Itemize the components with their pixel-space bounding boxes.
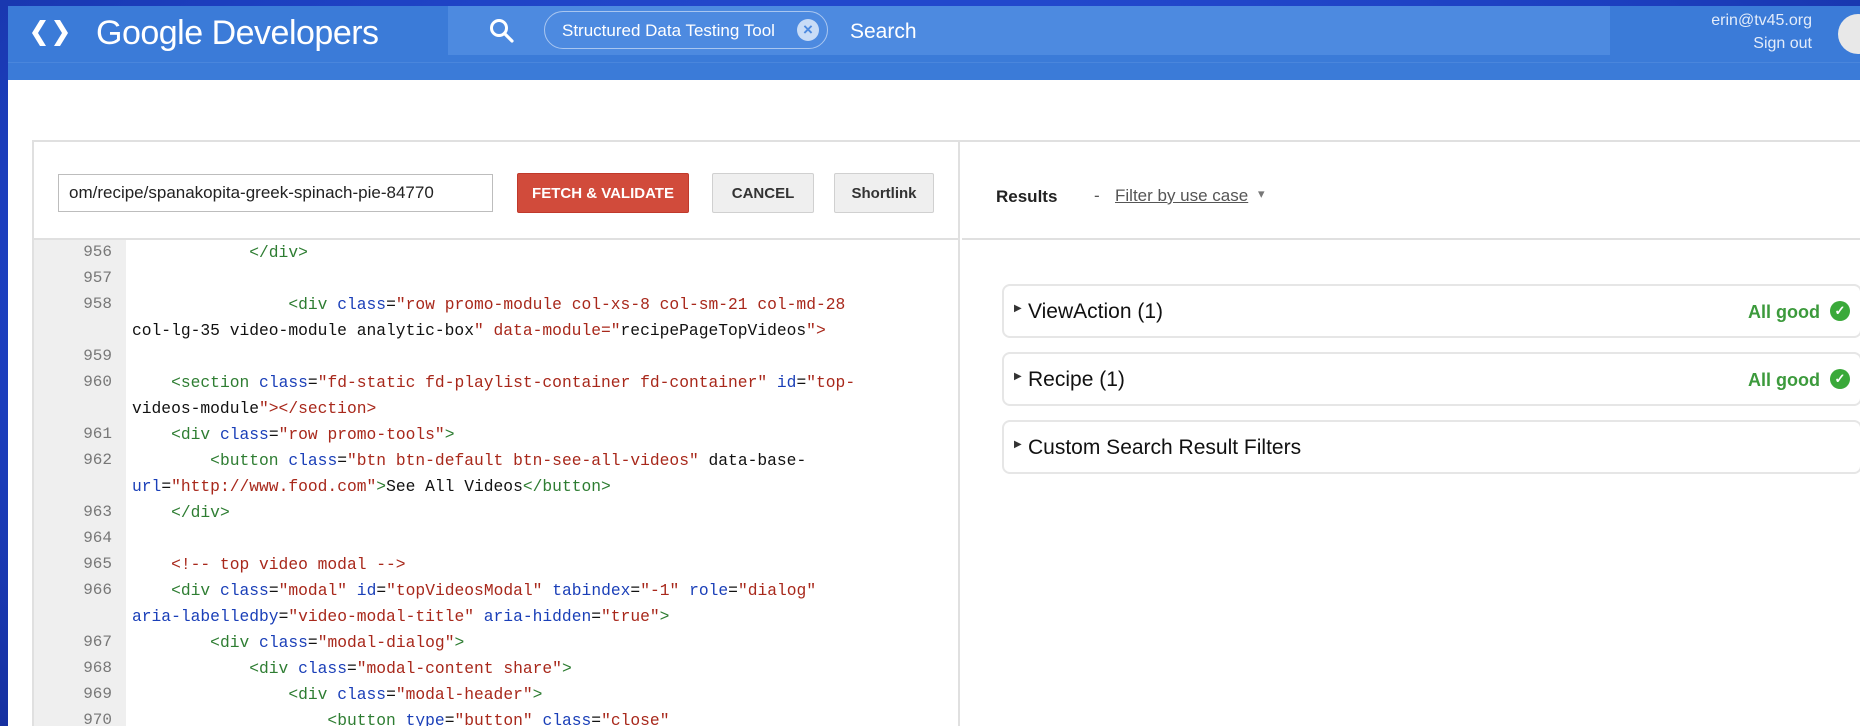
code-text: <div class="modal-dialog"> — [210, 633, 465, 652]
result-card[interactable]: ▶ Recipe (1) All good ✓ — [1002, 352, 1860, 406]
chevron-down-icon[interactable]: ▾ — [1258, 186, 1265, 202]
line-number: 957 — [83, 269, 112, 287]
caret-right-icon[interactable]: ▶ — [1014, 439, 1022, 450]
result-card-title: ViewAction (1) — [1028, 300, 1164, 323]
check-circle-icon: ✓ — [1830, 301, 1850, 321]
avatar[interactable] — [1838, 14, 1860, 54]
line-number: 958 — [83, 295, 112, 313]
brand-logo[interactable]: Google Developers — [96, 14, 379, 53]
url-input[interactable] — [58, 174, 493, 212]
line-number: 966 — [83, 581, 112, 599]
code-text: <div class="modal-content share"> — [249, 659, 572, 678]
code-text: url="http://www.food.com">See All Videos… — [132, 477, 611, 496]
results-title: Results — [996, 187, 1058, 206]
browser-page: Google Developers Structured Data Testin… — [8, 6, 1860, 726]
developers-chevrons-icon[interactable] — [30, 18, 70, 48]
results-separator: - — [1094, 186, 1100, 205]
code-text: col-lg-35 video-module analytic-box" dat… — [132, 321, 826, 340]
code-text: <div class="modal-header"> — [288, 685, 543, 704]
screen-frame: Google Developers Structured Data Testin… — [0, 0, 1860, 726]
line-number: 956 — [83, 243, 112, 261]
code-text: videos-module"></section> — [132, 399, 377, 418]
line-number: 967 — [83, 633, 112, 651]
code-text: <button type="button" class="close" — [327, 711, 670, 726]
top-navigation-bar: Google Developers Structured Data Testin… — [8, 6, 1860, 62]
sign-out-link[interactable]: Sign out — [1753, 35, 1812, 53]
results-panel: Results - Filter by use case ▾ ▶ ViewActi… — [962, 142, 1860, 726]
user-email: erin@tv45.org — [1711, 12, 1812, 29]
code-text: <!-- top video modal --> — [132, 555, 406, 574]
code-text: </div> — [171, 503, 230, 522]
testing-tool-panel: FETCH & VALIDATE CANCEL Shortlink 956 </… — [32, 140, 1860, 726]
line-number: 963 — [83, 503, 112, 521]
line-number: 965 — [83, 555, 112, 573]
line-number: 969 — [83, 685, 112, 703]
caret-right-icon[interactable]: ▶ — [1014, 303, 1022, 314]
result-card[interactable]: ▶ ViewAction (1) All good ✓ — [1002, 284, 1860, 338]
header-strip — [8, 62, 1860, 80]
search-icon[interactable] — [488, 17, 516, 45]
line-number: 970 — [83, 711, 112, 726]
code-text: <section class="fd-static fd-playlist-co… — [171, 373, 856, 392]
results-header: Results - Filter by use case ▾ — [962, 142, 1860, 240]
code-text: <button class="btn btn-default btn-see-a… — [210, 451, 807, 470]
close-icon[interactable]: × — [797, 19, 819, 41]
cancel-button[interactable]: CANCEL — [712, 173, 814, 213]
code-text: <div class="row promo-module col-xs-8 co… — [288, 295, 846, 314]
code-text: </div> — [249, 243, 308, 262]
result-card[interactable]: ▶ Custom Search Result Filters — [1002, 420, 1860, 474]
line-number: 960 — [83, 373, 112, 391]
code-text: <div class="modal" id="topVideosModal" t… — [171, 581, 817, 600]
line-number: 961 — [83, 425, 112, 443]
line-number: 968 — [83, 659, 112, 677]
source-code-editor[interactable]: 956 </div> 957 958 <div class="row promo-m… — [34, 240, 958, 726]
search-bar[interactable]: Structured Data Testing Tool × Search — [448, 6, 1610, 55]
search-scope-chip[interactable]: Structured Data Testing Tool × — [544, 11, 828, 49]
result-card-title: Custom Search Result Filters — [1028, 436, 1302, 459]
fetch-toolbar: FETCH & VALIDATE CANCEL Shortlink — [34, 142, 958, 240]
status-badge: All good — [1748, 302, 1820, 322]
fetch-validate-button[interactable]: FETCH & VALIDATE — [517, 173, 689, 213]
code-text: aria-labelledby="video-modal-title" aria… — [132, 607, 670, 626]
shortlink-button[interactable]: Shortlink — [834, 173, 934, 213]
search-scope-chip-label: Structured Data Testing Tool — [562, 21, 775, 40]
caret-right-icon[interactable]: ▶ — [1014, 371, 1022, 382]
line-number: 962 — [83, 451, 112, 469]
code-text: <div class="row promo-tools"> — [171, 425, 455, 444]
result-card-title: Recipe (1) — [1028, 368, 1125, 391]
line-number: 964 — [83, 529, 112, 547]
line-number: 959 — [83, 347, 112, 365]
filter-by-use-case-link[interactable]: Filter by use case — [1115, 186, 1248, 206]
status-badge: All good — [1748, 370, 1820, 390]
check-circle-icon: ✓ — [1830, 369, 1850, 389]
search-input[interactable]: Search — [850, 20, 917, 44]
source-panel: FETCH & VALIDATE CANCEL Shortlink 956 </… — [34, 142, 960, 726]
